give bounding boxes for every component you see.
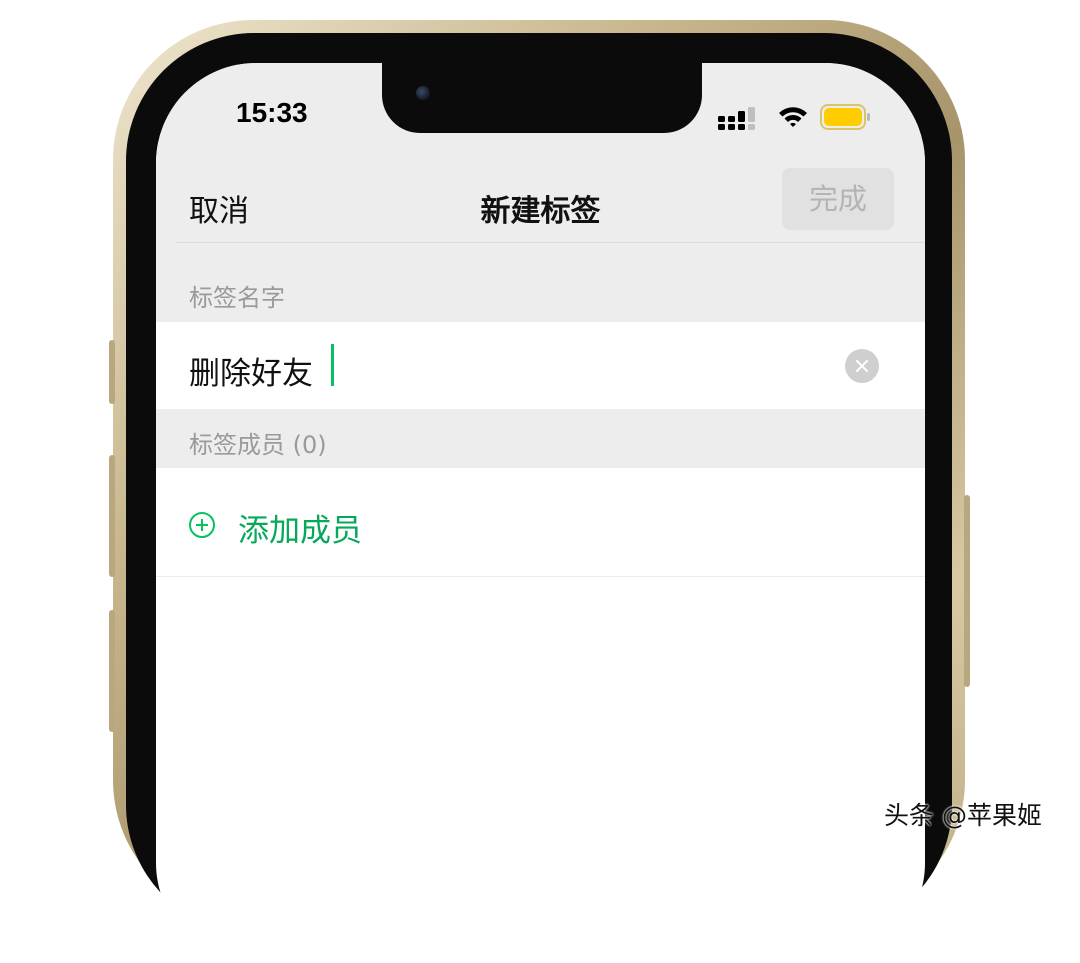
status-bar: 15:33	[156, 63, 925, 168]
tag-name-section-header: 标签名字	[156, 243, 925, 322]
volume-up-button	[109, 455, 115, 577]
add-member-button[interactable]: 添加成员	[156, 468, 925, 576]
done-button[interactable]: 完成	[782, 168, 894, 230]
screen: 15:33 取消 新建标签 完成 标签名字 删除好友 标签成员 (0) 添加成员	[156, 63, 925, 963]
tag-name-row[interactable]: 删除好友	[156, 322, 925, 409]
clear-icon[interactable]	[845, 349, 879, 383]
volume-down-button	[109, 610, 115, 732]
watermark: 头条 @苹果姬	[884, 801, 1042, 830]
silent-switch	[109, 340, 115, 404]
tag-name-label: 标签名字	[189, 284, 285, 312]
tag-members-section-header: 标签成员 (0)	[156, 409, 925, 468]
dynamic-island-notch	[382, 63, 702, 133]
signal-icon	[718, 107, 755, 130]
wifi-icon	[779, 107, 807, 127]
add-circle-icon	[189, 512, 215, 538]
battery-icon	[820, 104, 870, 130]
power-button	[964, 495, 970, 687]
status-time: 15:33	[236, 97, 308, 128]
row-divider	[156, 576, 925, 577]
front-camera-icon	[416, 86, 430, 100]
tag-name-input[interactable]: 删除好友	[189, 348, 313, 393]
nav-bar: 取消 新建标签 完成	[156, 168, 925, 243]
tag-members-label: 标签成员 (0)	[189, 431, 327, 459]
text-cursor	[331, 344, 334, 386]
add-member-label: 添加成员	[238, 513, 362, 549]
